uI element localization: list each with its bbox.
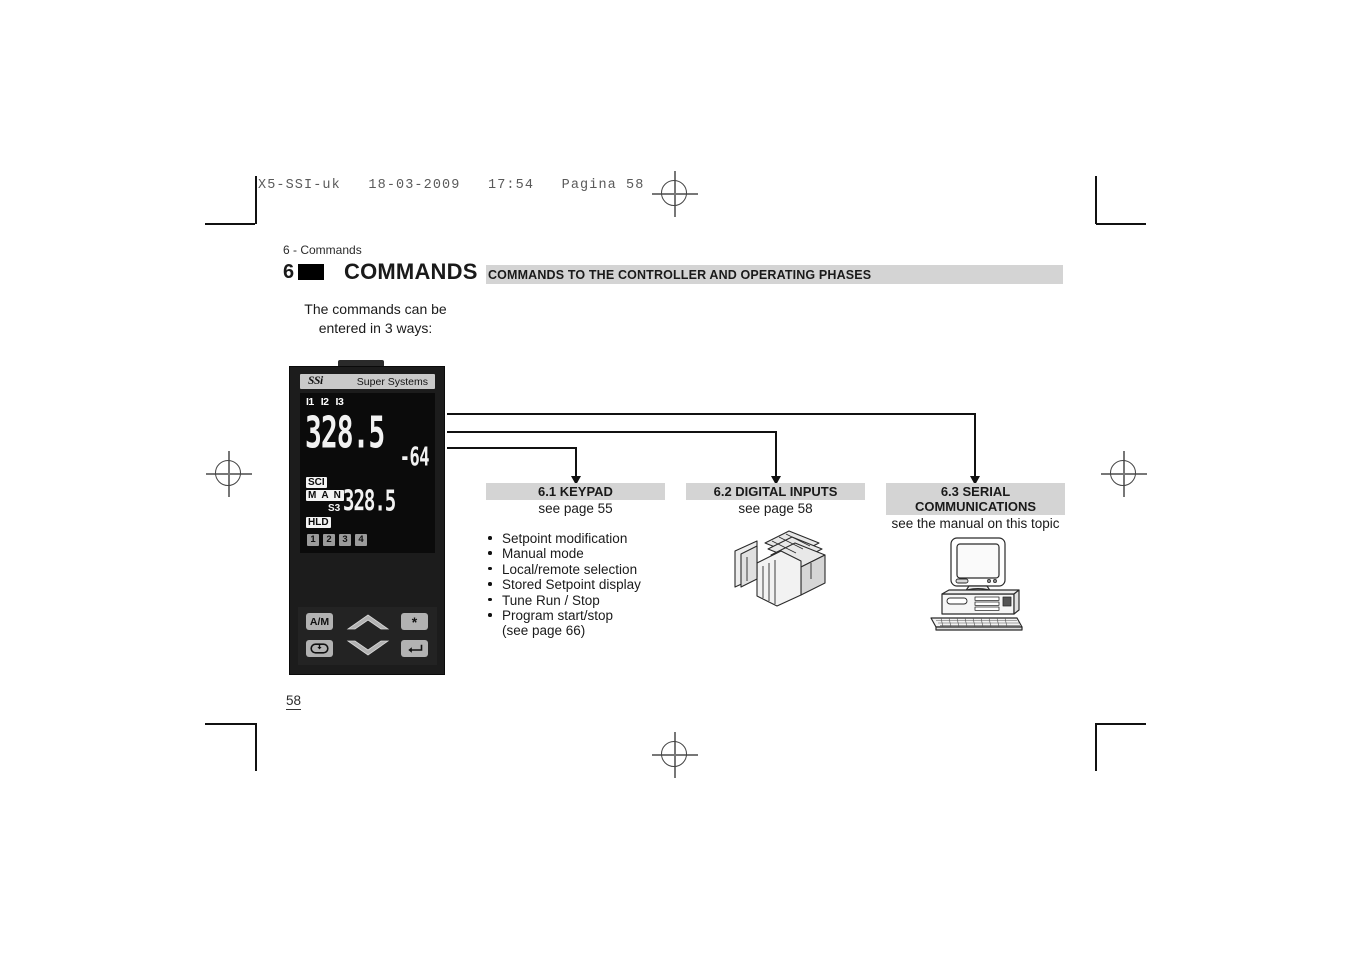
- section-heading-serial-line2: COMMUNICATIONS: [886, 498, 1065, 515]
- output-value-display: 328.5: [343, 485, 396, 518]
- list-item: Local/remote selection: [486, 562, 641, 577]
- list-item: Tune Run / Stop: [486, 593, 641, 608]
- device-lcd-screen: I1 I2 I3 328.5 SCI M A N -64 S3 HLD 328.…: [300, 393, 435, 553]
- segment-indicator-2: 2: [323, 534, 335, 546]
- connector-line-keypad-vertical: [575, 447, 577, 478]
- keypad-feature-list: Setpoint modification Manual mode Local/…: [486, 531, 641, 639]
- process-value-display: 328.5: [305, 407, 385, 459]
- print-file-banner: X5-SSI-uk 18-03-2009 17:54 Pagina 58: [258, 178, 645, 193]
- section-heading-digital-inputs: 6.2 DIGITAL INPUTS: [686, 483, 865, 500]
- list-item: Program start/stop: [486, 608, 641, 623]
- chevron-down-icon: [346, 638, 390, 658]
- list-item: Stored Setpoint display: [486, 577, 641, 592]
- crop-mark-top-left-vertical: [255, 176, 257, 224]
- enter-arrow-icon: [405, 643, 424, 654]
- brand-name-label: Super Systems: [356, 376, 428, 388]
- crop-mark-bottom-right-vertical: [1095, 723, 1097, 771]
- list-item-label: Stored Setpoint display: [502, 577, 641, 593]
- page-number: 58: [286, 693, 302, 710]
- intro-text: The commands can be entered in 3 ways:: [304, 301, 447, 336]
- crop-mark-top-right-vertical: [1095, 176, 1097, 224]
- device-keypad: A/M *: [298, 607, 437, 665]
- running-head: 6 - Commands: [283, 243, 362, 257]
- chapter-number: 6: [283, 261, 295, 283]
- device-brand-bar: SSi Super Systems: [300, 374, 435, 389]
- list-item-label: (see page 66): [502, 623, 586, 639]
- up-arrow-key[interactable]: [346, 612, 390, 632]
- list-item: Setpoint modification: [486, 531, 641, 546]
- connector-line-keypad-horizontal: [447, 447, 577, 449]
- registration-mark-top: [652, 171, 698, 217]
- registration-mark-left: [206, 451, 252, 497]
- section-heading-keypad: 6.1 KEYPAD: [486, 483, 665, 500]
- chapter-block-decoration: [298, 264, 324, 280]
- loop-icon: [310, 643, 329, 654]
- connector-line-digital-inputs-vertical: [775, 431, 777, 478]
- auto-manual-key[interactable]: A/M: [306, 613, 333, 630]
- sci-status-tag: SCI: [306, 477, 327, 488]
- s3-status-tag: S3: [328, 503, 341, 514]
- connector-line-digital-inputs-horizontal: [447, 431, 776, 433]
- section-subtext-keypad: see page 55: [538, 501, 613, 516]
- asterisk-icon: *: [411, 613, 418, 630]
- bullet-dot-icon: [488, 566, 492, 571]
- list-item-label: Local/remote selection: [502, 561, 638, 577]
- crop-mark-bottom-left-vertical: [255, 723, 257, 771]
- bullet-dot-icon: [488, 536, 492, 540]
- connector-line-serial-vertical: [974, 413, 976, 478]
- list-item-continuation: (see page 66): [486, 623, 641, 638]
- crop-mark-top-left-horizontal: [205, 223, 255, 225]
- list-item-label: Tune Run / Stop: [502, 592, 600, 608]
- list-item-label: Manual mode: [502, 546, 584, 562]
- bullet-dot-icon: [488, 582, 492, 586]
- list-item-label: Setpoint modification: [502, 531, 628, 546]
- registration-mark-bottom: [652, 732, 698, 778]
- section-subtext-serial: see the manual on this topic: [891, 516, 1060, 531]
- bullet-dot-icon: [488, 551, 492, 555]
- crop-mark-bottom-right-horizontal: [1096, 723, 1146, 725]
- crop-mark-top-right-horizontal: [1096, 223, 1146, 225]
- segment-indicator-1: 1: [307, 534, 319, 546]
- chapter-banner: COMMANDS TO THE CONTROLLER AND OPERATING…: [486, 265, 1063, 284]
- section-subtext-digital-inputs: see page 58: [738, 501, 813, 516]
- page-canvas: X5-SSI-uk 18-03-2009 17:54 Pagina 58 6 -…: [0, 0, 1351, 954]
- page-title: COMMANDS: [344, 259, 478, 284]
- enter-key[interactable]: [401, 640, 428, 657]
- bullet-dot-icon: [488, 613, 492, 617]
- down-arrow-key[interactable]: [346, 638, 390, 658]
- chevron-up-icon: [346, 612, 390, 632]
- controller-device-illustration: SSi Super Systems I1 I2 I3 328.5 SCI M A…: [289, 366, 445, 675]
- segment-indicator-4: 4: [355, 534, 367, 546]
- segment-indicator-3: 3: [339, 534, 351, 546]
- star-key[interactable]: *: [401, 613, 428, 630]
- connector-line-serial-horizontal: [447, 413, 975, 415]
- chapter-banner-text: COMMANDS TO THE CONTROLLER AND OPERATING…: [488, 268, 872, 282]
- setpoint-value-display: -64: [399, 443, 430, 473]
- list-item: Manual mode: [486, 546, 641, 561]
- list-item-label: Program start/stop: [502, 608, 614, 624]
- registration-mark-right: [1101, 451, 1147, 497]
- crop-mark-bottom-left-horizontal: [205, 723, 255, 725]
- ssi-logo: SSi: [308, 375, 323, 387]
- bullet-dot-icon: [488, 597, 492, 602]
- terminal-block-icon: [727, 527, 827, 607]
- loop-key[interactable]: [306, 640, 333, 657]
- manual-status-tag: M A N: [306, 490, 345, 501]
- hold-status-tag: HLD: [306, 517, 331, 528]
- program-segment-indicator-row: 1 2 3 4: [307, 534, 367, 546]
- desktop-computer-icon: [925, 534, 1029, 632]
